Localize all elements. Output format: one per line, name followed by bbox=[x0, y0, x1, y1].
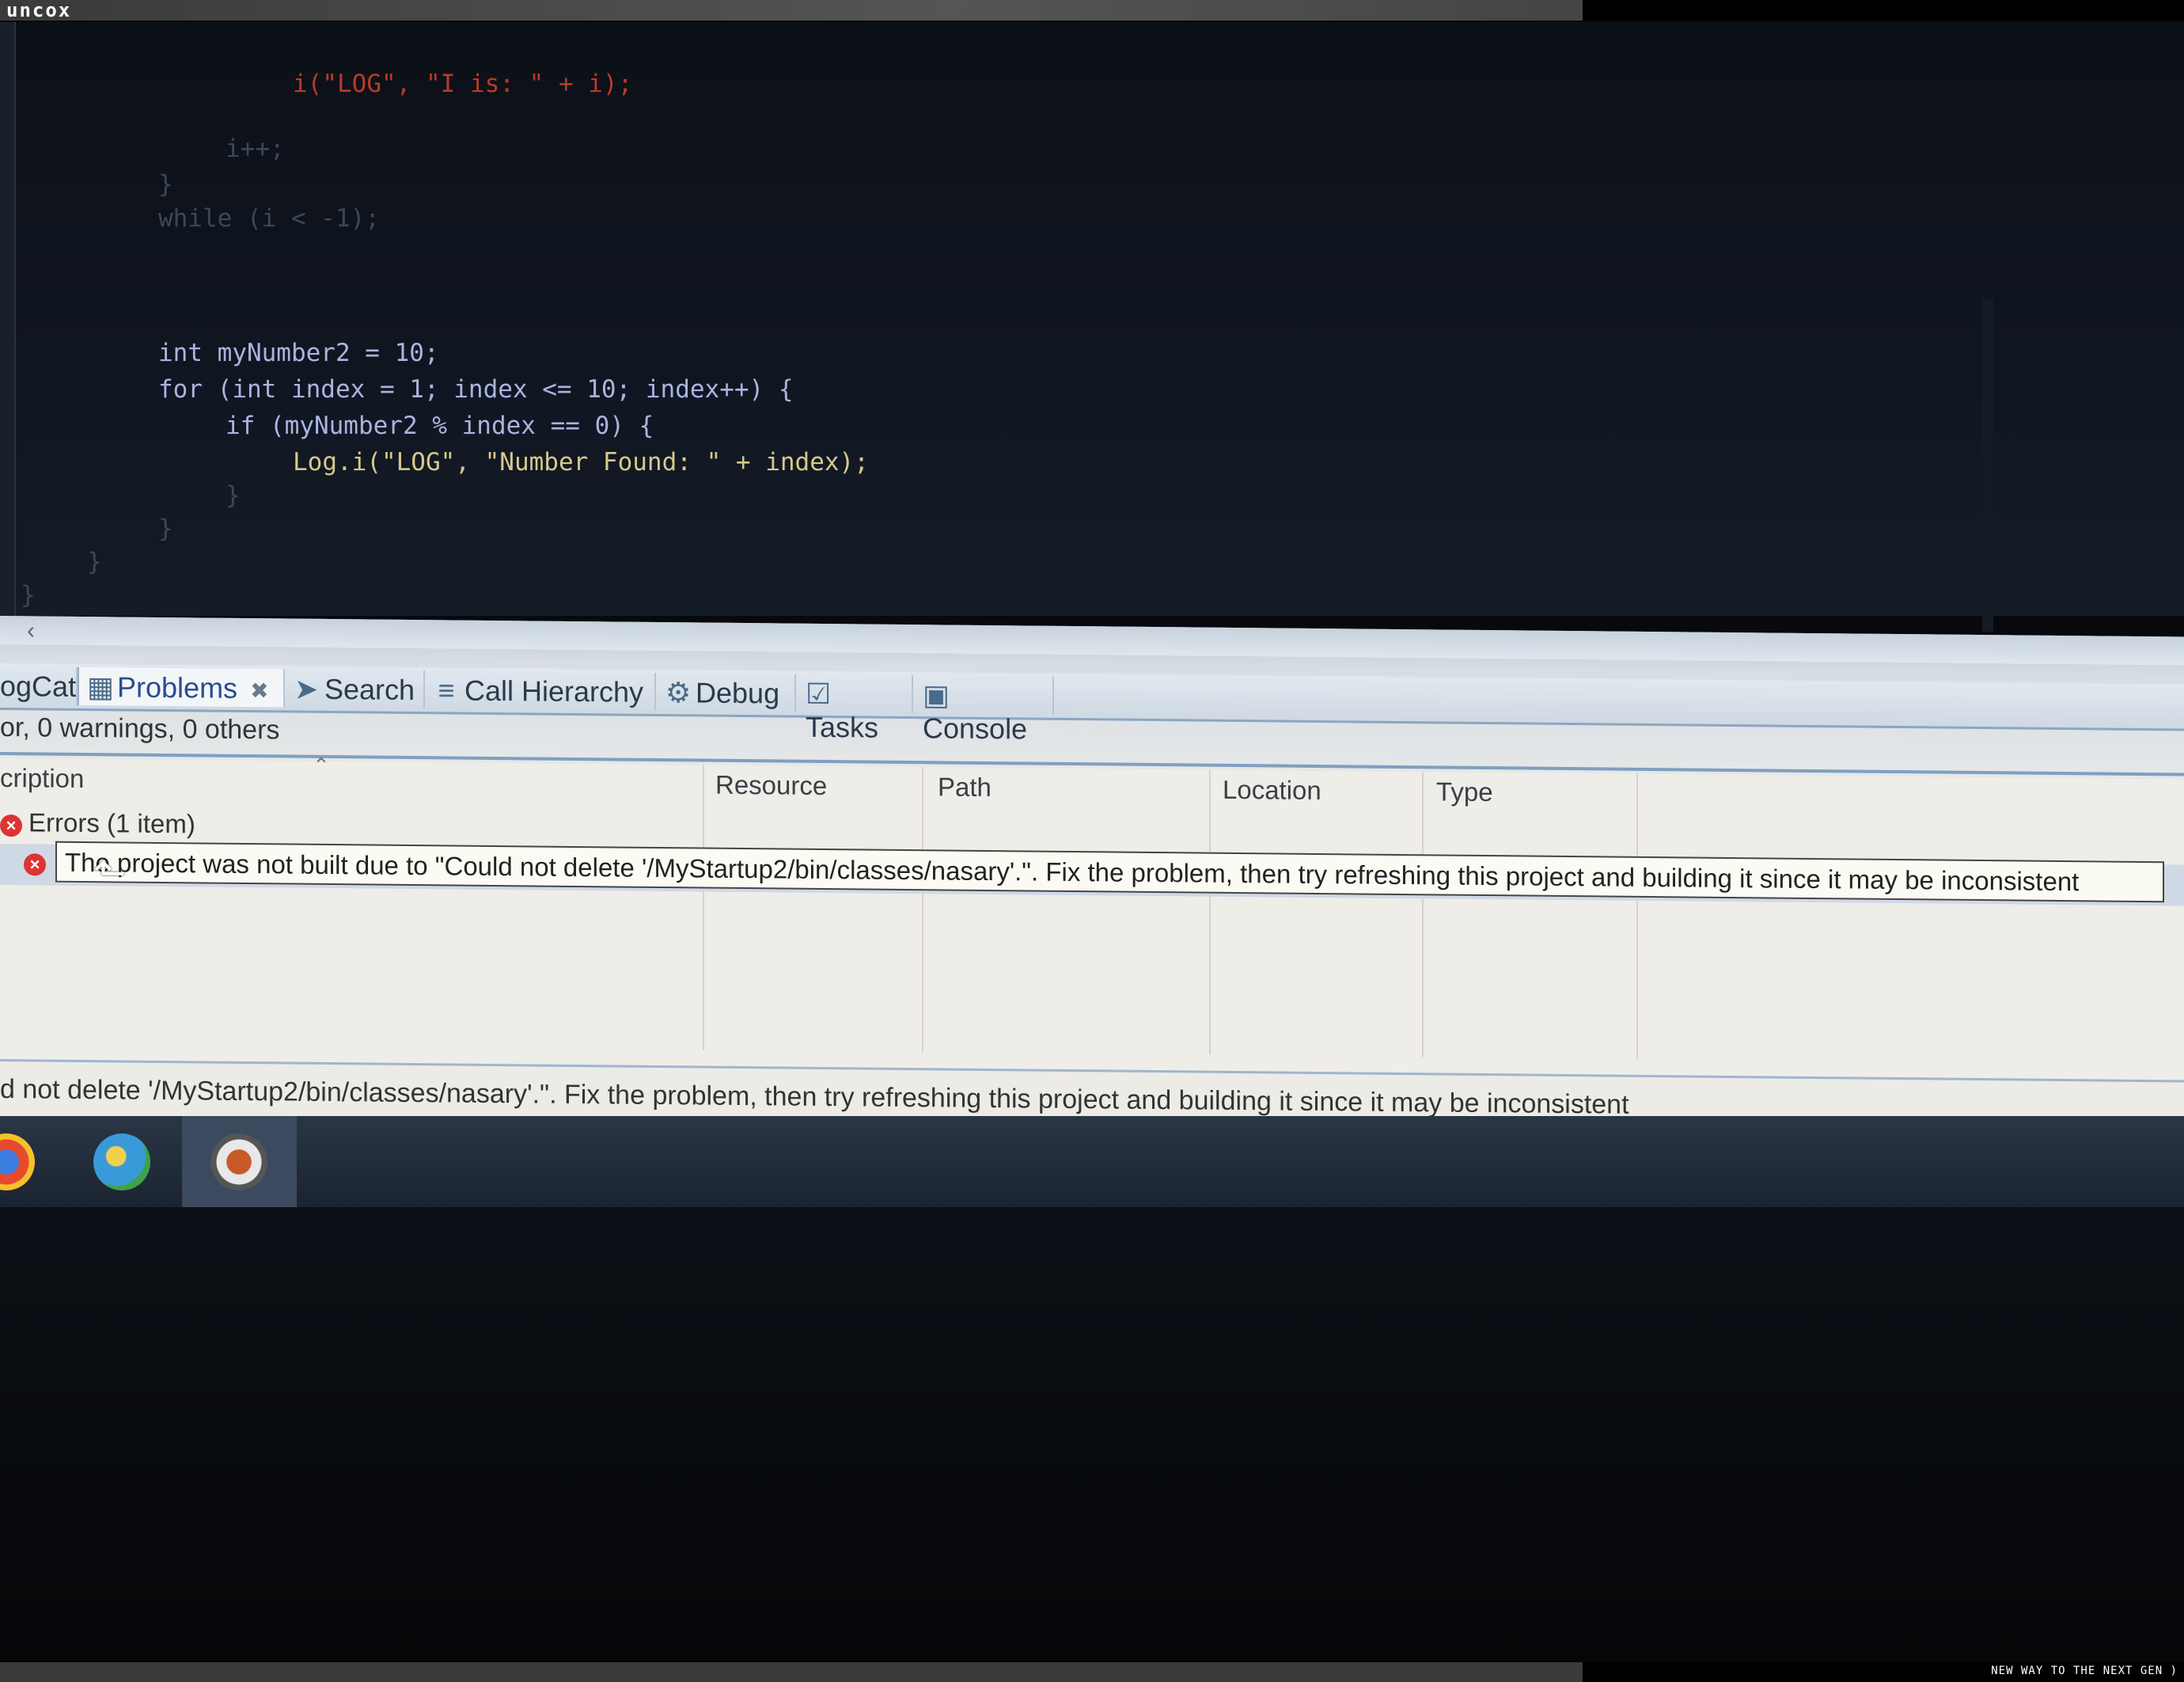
tasks-icon: ☑ bbox=[806, 677, 832, 711]
mouse-cursor-icon: ⬑ bbox=[93, 850, 127, 895]
tab-tasks[interactable]: ☑Tasks bbox=[798, 674, 913, 744]
tab-search[interactable]: ➤ Search bbox=[286, 669, 425, 709]
tab-console[interactable]: ▣Console bbox=[915, 675, 1054, 745]
column-separator[interactable] bbox=[1209, 769, 1211, 1055]
screen-bezel bbox=[0, 1207, 2184, 1662]
tab-label: Call Hierarchy bbox=[464, 674, 644, 708]
tab-logcat[interactable]: ogCat bbox=[0, 666, 78, 705]
tab-label: Console bbox=[923, 712, 1028, 746]
code-line: int myNumber2 = 10; bbox=[158, 339, 439, 367]
problems-icon: ▦ bbox=[87, 670, 115, 704]
code-line: i("LOG", "I is: " + i); bbox=[293, 70, 633, 98]
code-line: for (int index = 1; index <= 10; index++… bbox=[158, 375, 794, 404]
code-line: Log.i("LOG", "Number Found: " + index); bbox=[293, 448, 869, 477]
column-header-resource[interactable]: Resource bbox=[715, 770, 827, 801]
code-line: } bbox=[158, 170, 173, 199]
call-hierarchy-icon: ≡ bbox=[438, 674, 455, 707]
tab-label: Search bbox=[324, 672, 415, 707]
editor-scrollbar[interactable] bbox=[1982, 299, 1993, 632]
column-separator[interactable] bbox=[1422, 772, 1424, 1057]
column-header-location[interactable]: Location bbox=[1223, 775, 1321, 806]
search-icon: ➤ bbox=[294, 672, 319, 705]
tab-debug[interactable]: ⚙ Debug bbox=[658, 672, 796, 712]
taskbar-active-app[interactable] bbox=[182, 1116, 297, 1210]
code-editor[interactable]: i("LOG", "I is: " + i); i++; } while (i … bbox=[0, 22, 2184, 632]
console-icon: ▣ bbox=[923, 678, 950, 712]
code-line: while (i < -1); bbox=[158, 204, 380, 233]
chevron-left-icon[interactable]: ‹ bbox=[27, 617, 35, 644]
debug-icon: ⚙ bbox=[665, 676, 692, 709]
column-header-path[interactable]: Path bbox=[938, 772, 992, 803]
code-line: i++; bbox=[226, 135, 285, 163]
taskbar bbox=[0, 1116, 2184, 1210]
code-line: } bbox=[226, 481, 241, 510]
problems-view: ‹ ogCat ▦ Problems ✖ ➤ Search ≡ Call Hierarc… bbox=[0, 616, 2184, 1140]
error-group-label: Errors (1 item) bbox=[28, 807, 195, 839]
gear-icon bbox=[210, 1133, 267, 1190]
tab-label: Tasks bbox=[806, 710, 879, 744]
browser-icon[interactable] bbox=[93, 1133, 150, 1190]
bottom-watermark-bar bbox=[0, 1662, 1583, 1682]
editor-hscroll[interactable]: ‹ bbox=[0, 616, 2184, 666]
error-icon: × bbox=[0, 814, 22, 837]
top-watermark-bar: uncox bbox=[0, 0, 1583, 21]
column-separator[interactable] bbox=[703, 765, 704, 1050]
tab-label: Problems bbox=[117, 670, 238, 704]
tab-call-hierarchy[interactable]: ≡ Call Hierarchy bbox=[427, 670, 656, 711]
view-tab-bar: ogCat ▦ Problems ✖ ➤ Search ≡ Call Hierarchy… bbox=[0, 663, 2184, 745]
tab-label: ogCat bbox=[0, 670, 77, 703]
problems-summary: or, 0 warnings, 0 others bbox=[0, 712, 280, 746]
code-lines: i("LOG", "I is: " + i); i++; } while (i … bbox=[0, 22, 869, 609]
problems-table: ⌃ cription Resource Path Location Type ×… bbox=[0, 754, 2184, 1096]
status-message: d not delete '/MyStartup2/bin/classes/na… bbox=[0, 1074, 1629, 1120]
column-separator[interactable] bbox=[1636, 773, 1638, 1059]
watermark-tagline: NEW WAY TO THE NEXT GEN ) bbox=[1991, 1665, 2178, 1677]
code-line: if (myNumber2 % index == 0) { bbox=[226, 412, 654, 440]
error-icon: × bbox=[24, 853, 46, 876]
code-line: } bbox=[87, 548, 102, 576]
column-separator[interactable] bbox=[922, 767, 923, 1053]
sort-caret-icon[interactable]: ⌃ bbox=[313, 754, 330, 778]
column-header-description[interactable]: cription bbox=[0, 763, 84, 794]
code-line: } bbox=[158, 514, 173, 543]
top-watermark-bar-right bbox=[1583, 0, 2184, 21]
error-group-row[interactable]: × Errors (1 item) bbox=[0, 807, 195, 839]
close-icon[interactable]: ✖ bbox=[250, 678, 268, 704]
watermark-brand: uncox bbox=[6, 0, 72, 21]
tab-label: Debug bbox=[696, 676, 780, 710]
column-header-type[interactable]: Type bbox=[1436, 776, 1493, 807]
chrome-icon[interactable] bbox=[0, 1133, 35, 1190]
code-line: } bbox=[21, 581, 36, 609]
tab-problems[interactable]: ▦ Problems ✖ bbox=[78, 666, 285, 708]
